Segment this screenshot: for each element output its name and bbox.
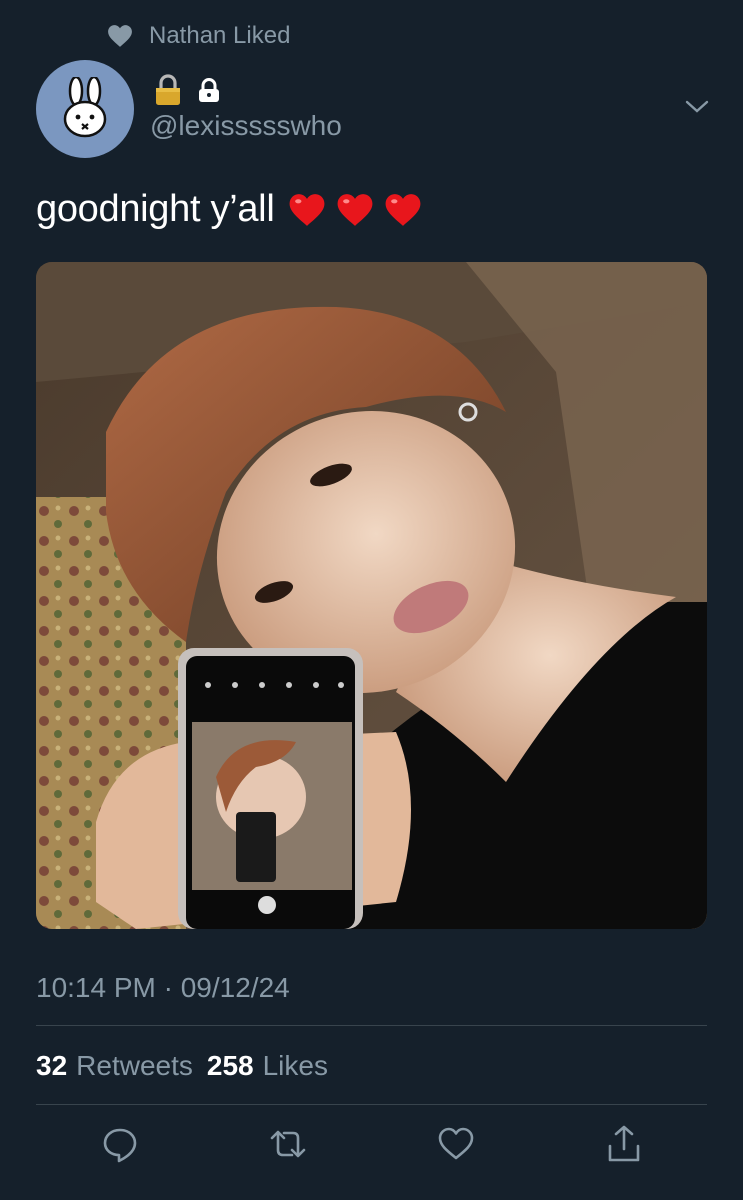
likes-count[interactable]: 258 — [207, 1050, 254, 1082]
divider — [36, 1025, 707, 1026]
likes-label[interactable]: Likes — [263, 1050, 328, 1082]
retweet-icon[interactable] — [268, 1124, 308, 1164]
tweet-photo[interactable] — [36, 262, 707, 929]
tweet-text: goodnight y’all — [36, 188, 422, 231]
author-handle[interactable]: @lexissssswho — [150, 110, 342, 142]
like-icon[interactable] — [436, 1124, 476, 1164]
reply-icon[interactable] — [100, 1124, 140, 1164]
display-name[interactable] — [154, 74, 222, 106]
social-context-text: Nathan Liked — [149, 22, 291, 49]
action-bar — [0, 1124, 743, 1168]
heart-emoji — [290, 193, 325, 226]
retweets-count[interactable]: 32 — [36, 1050, 67, 1082]
tweet-detail-page: Nathan Liked @lexissssswho goodnight y’a… — [0, 0, 743, 1200]
tweet-text-content: goodnight y’all — [36, 188, 275, 230]
avatar[interactable] — [36, 60, 134, 158]
social-context: Nathan Liked — [107, 22, 290, 50]
tweet-timestamp[interactable]: 10:14 PM · 09/12/24 — [36, 972, 290, 1004]
heart-emoji — [338, 193, 373, 226]
lock-icon — [199, 78, 219, 102]
photo-image — [36, 262, 707, 929]
lock-emoji-icon — [156, 74, 180, 105]
share-icon[interactable] — [604, 1124, 644, 1164]
heart-emojis — [288, 192, 422, 228]
retweets-label[interactable]: Retweets — [76, 1050, 193, 1082]
divider — [36, 1104, 707, 1105]
heart-emoji — [386, 193, 421, 226]
bunny-icon — [63, 77, 107, 138]
heart-icon — [108, 25, 132, 47]
chevron-down-icon[interactable] — [684, 96, 710, 118]
tweet-stats: 32 Retweets 258 Likes — [36, 1050, 328, 1082]
